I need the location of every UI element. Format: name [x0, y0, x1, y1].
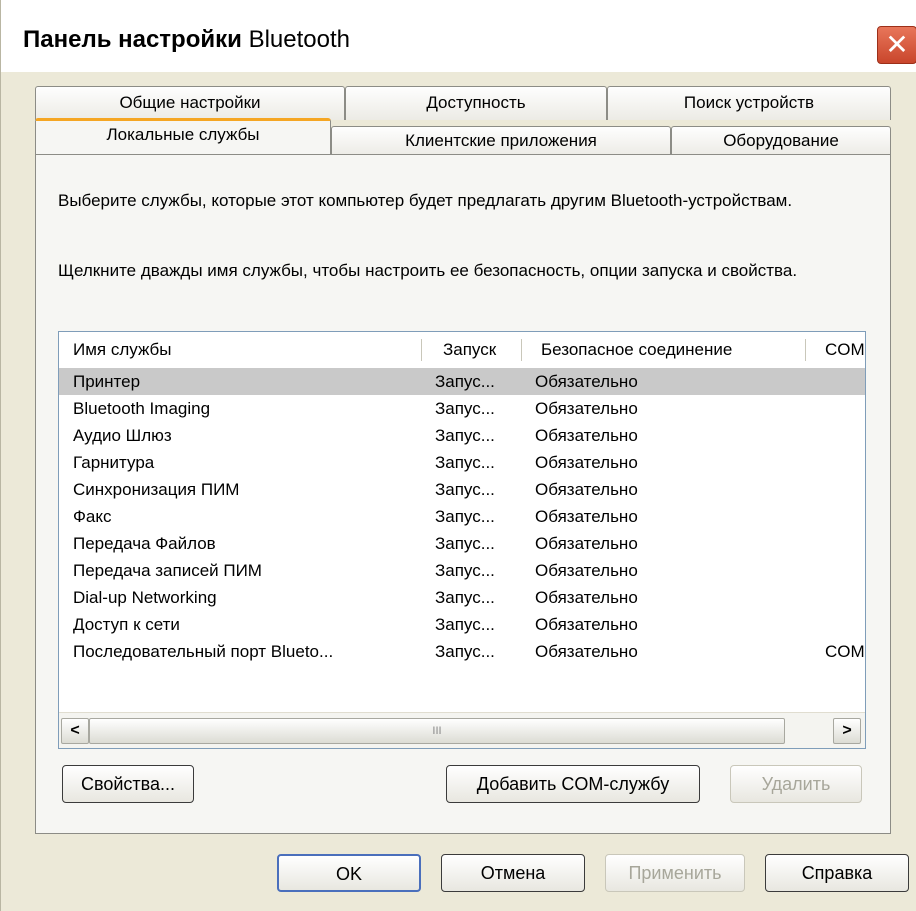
service-start: Запус... [435, 399, 495, 418]
window-title: Панель настройки Bluetooth [23, 26, 350, 54]
description-double-click: Щелкните дважды имя службы, чтобы настро… [58, 261, 798, 280]
service-name: Аудио Шлюз [73, 426, 172, 445]
horizontal-scrollbar[interactable]: < III > [59, 712, 865, 748]
service-secure: Обязательно [535, 480, 638, 499]
tab-general-settings[interactable]: Общие настройки [35, 86, 345, 120]
list-item[interactable]: Гарнитура Запус... Обязательно [59, 449, 865, 476]
column-header-name[interactable]: Имя службы [73, 332, 171, 368]
service-secure: Обязательно [535, 588, 638, 607]
arrow-left-icon: < [70, 722, 80, 739]
list-item[interactable]: Доступ к сети Запус... Обязательно [59, 611, 865, 638]
service-secure: Обязательно [535, 534, 638, 553]
add-com-service-button[interactable]: Добавить COM-службу [446, 765, 700, 803]
column-separator[interactable] [421, 339, 422, 361]
list-item[interactable]: Dial-up Networking Запус... Обязательно [59, 584, 865, 611]
window-title-brand: Bluetooth [241, 26, 350, 53]
services-list[interactable]: Имя службы Запуск Безопасное соединение … [58, 331, 866, 749]
service-name: Dial-up Networking [73, 588, 217, 607]
close-icon: ✕ [885, 29, 909, 60]
service-name: Передача Файлов [73, 534, 216, 553]
service-start: Запус... [435, 426, 495, 445]
tab-visibility[interactable]: Доступность [345, 86, 607, 120]
list-item[interactable]: Последовательный порт Blueto... Запус... О… [59, 638, 865, 665]
list-item[interactable]: Принтер Запус... Обязательно [59, 368, 865, 395]
service-secure: Обязательно [535, 372, 638, 391]
list-rows: Принтер Запус... Обязательно Bluetooth Imag… [59, 368, 865, 665]
service-name: Передача записей ПИМ [73, 561, 262, 580]
service-start: Запус... [435, 534, 495, 553]
list-item[interactable]: Передача Файлов Запус... Обязательно [59, 530, 865, 557]
service-secure: Обязательно [535, 507, 638, 526]
tab-device-search[interactable]: Поиск устройств [607, 86, 891, 120]
tab-hardware[interactable]: Оборудование [671, 126, 891, 156]
cancel-button[interactable]: Отмена [441, 854, 585, 892]
tab-local-services[interactable]: Локальные службы [35, 118, 331, 154]
column-header-secure[interactable]: Безопасное соединение [541, 332, 732, 368]
window-title-bold: Панель настройки [23, 26, 242, 53]
service-com: COM [825, 642, 865, 661]
service-start: Запус... [435, 615, 495, 634]
service-secure: Обязательно [535, 453, 638, 472]
service-name: Последовательный порт Blueto... [73, 642, 334, 661]
service-start: Запус... [435, 507, 495, 526]
service-name: Доступ к сети [73, 615, 180, 634]
column-separator[interactable] [805, 339, 806, 361]
service-name: Гарнитура [73, 453, 155, 472]
column-header-com[interactable]: COM [825, 332, 865, 368]
service-name: Синхронизация ПИМ [73, 480, 240, 499]
list-header: Имя службы Запуск Безопасное соединение … [59, 332, 865, 368]
column-separator[interactable] [521, 339, 522, 361]
properties-button[interactable]: Свойства... [62, 765, 194, 803]
service-start: Запус... [435, 372, 495, 391]
grip-icon: III [432, 725, 442, 737]
service-secure: Обязательно [535, 399, 638, 418]
service-secure: Обязательно [535, 615, 638, 634]
service-start: Запус... [435, 588, 495, 607]
arrow-right-icon: > [842, 722, 852, 739]
scroll-right-button[interactable]: > [833, 718, 861, 744]
column-header-start[interactable]: Запуск [443, 332, 496, 368]
service-name: Принтер [73, 372, 141, 391]
service-secure: Обязательно [535, 561, 638, 580]
apply-button[interactable]: Применить [605, 854, 745, 892]
ok-button[interactable]: OK [277, 854, 421, 892]
service-name: Факс [73, 507, 112, 526]
description-services: Выберите службы, которые этот компьютер … [58, 191, 793, 210]
service-start: Запус... [435, 453, 495, 472]
service-secure: Обязательно [535, 642, 638, 661]
scroll-left-button[interactable]: < [61, 718, 89, 744]
list-item[interactable]: Факс Запус... Обязательно [59, 503, 865, 530]
service-name: Bluetooth Imaging [73, 399, 211, 418]
title-bar: Панель настройки Bluetooth ✕ [1, 0, 916, 72]
service-secure: Обязательно [535, 426, 638, 445]
scroll-thumb[interactable]: III [89, 718, 785, 744]
tab-panel: Выберите службы, которые этот компьютер … [35, 154, 891, 834]
list-item[interactable]: Синхронизация ПИМ Запус... Обязательно [59, 476, 865, 503]
tab-row-back: Общие настройки Доступность Поиск устрой… [35, 86, 891, 120]
list-item[interactable]: Bluetooth Imaging Запус... Обязательно [59, 395, 865, 422]
list-item[interactable]: Передача записей ПИМ Запус... Обязательно [59, 557, 865, 584]
list-item[interactable]: Аудио Шлюз Запус... Обязательно [59, 422, 865, 449]
service-start: Запус... [435, 561, 495, 580]
service-start: Запус... [435, 642, 495, 661]
service-start: Запус... [435, 480, 495, 499]
delete-button[interactable]: Удалить [730, 765, 862, 803]
close-button[interactable]: ✕ [877, 26, 916, 64]
help-button[interactable]: Справка [765, 854, 909, 892]
tab-client-apps[interactable]: Клиентские приложения [331, 126, 671, 156]
bluetooth-settings-window: Панель настройки Bluetooth ✕ Общие настр… [0, 0, 916, 911]
